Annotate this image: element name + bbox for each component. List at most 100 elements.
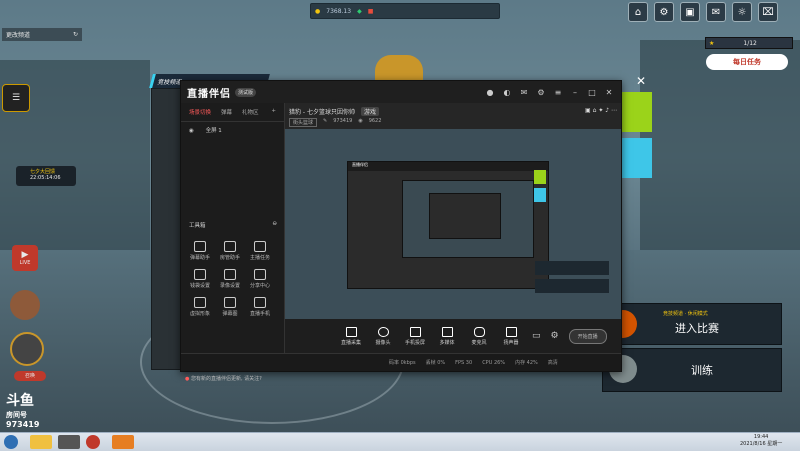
nested-logo: 直播伴侣 — [348, 162, 548, 171]
gift-icon[interactable]: ▣ — [680, 2, 700, 22]
tab-gifts[interactable]: 礼物区 — [242, 108, 259, 116]
media-icon — [441, 326, 453, 337]
tab-scene[interactable]: 场景切换 — [189, 108, 211, 116]
character-avatar[interactable] — [10, 290, 40, 320]
live-badge: LIVE — [19, 260, 31, 266]
control-bar: 直播采集 摄像头 手机投屏 多媒体 麦克风 扬声器 ▭ ⚙ 开始直播 — [285, 319, 621, 353]
ticket-icon: ■ — [367, 7, 374, 15]
tool-item[interactable]: 房管助手 — [217, 241, 243, 261]
team-emblem[interactable] — [10, 332, 44, 366]
phone-cast-button[interactable]: 手机投屏 — [404, 326, 426, 346]
app-titlebar: 直播伴侣 测试版 ● ◐ ✉ ⚙ ≡ – □ ✕ — [181, 81, 621, 103]
room-label: 房间号 — [6, 411, 27, 419]
maximize-icon[interactable]: □ — [586, 86, 598, 98]
status-fps: FPS 30 — [455, 359, 473, 366]
tab-danmu[interactable]: 弹幕 — [221, 108, 232, 116]
tool-item[interactable]: 直播手机 — [247, 297, 273, 317]
clock-date: 2021/8/16 星期一 — [740, 441, 783, 447]
stream-tag[interactable]: 游戏 — [360, 107, 379, 116]
currency-bar: ● 7368.13 ◆ ■ — [310, 3, 500, 19]
mail-icon[interactable]: ✉ — [706, 2, 726, 22]
taskbar-clock[interactable]: 19:44 2021/8/16 星期一 — [740, 434, 782, 447]
scene-item-label: 全屏 1 — [205, 128, 222, 134]
start-stream-button[interactable]: 开始直播 — [568, 328, 607, 344]
stream-title[interactable]: 猎豹 - 七夕篮球只因你帅 — [289, 107, 355, 116]
live-camera-icon[interactable]: ▶ LIVE — [12, 245, 38, 271]
background-building-right — [640, 40, 800, 270]
viewer-icon: ◉ — [358, 118, 363, 124]
status-bitrate: 码率 0kbps — [389, 360, 416, 366]
tool-item[interactable]: 弹幕助手 — [187, 241, 213, 261]
window-close-icon[interactable]: ✕ — [603, 86, 615, 98]
tool-item[interactable]: 弹幕图 — [217, 297, 243, 317]
refresh-icon: ↻ — [72, 31, 78, 38]
currency-value: 7368.13 — [326, 7, 352, 15]
enter-match-button[interactable]: 竞技频道 · 休闲模式 进入比赛 — [602, 303, 782, 345]
tool-item[interactable]: 主播任务 — [247, 241, 273, 261]
preview-enter-button — [535, 261, 609, 275]
tool-icon — [224, 297, 236, 308]
event-timer-value: 22:05:14:06 — [30, 175, 61, 181]
eye-icon[interactable]: ◉ — [189, 128, 194, 134]
close-icon[interactable]: ✕ — [636, 74, 650, 88]
nested-green — [534, 170, 546, 184]
capture-button[interactable]: 直播采集 — [340, 326, 362, 346]
home-icon[interactable]: ⌂ — [628, 2, 648, 22]
start-stream-label: 开始直播 — [577, 333, 598, 340]
message-icon[interactable]: ✉ — [518, 86, 530, 98]
change-channel-button[interactable]: 更改频道 ↻ — [2, 28, 82, 41]
taskbar-app-2[interactable] — [112, 435, 134, 449]
bulb-icon[interactable]: ☼ — [732, 2, 752, 22]
update-notice[interactable]: ● 您有新的直播伴侣更新, 请关注? — [185, 375, 262, 382]
train-button[interactable]: 训练 — [602, 348, 782, 392]
menu-icon[interactable]: ≡ — [552, 86, 564, 98]
skin-icon[interactable]: ◐ — [501, 86, 513, 98]
camera-button[interactable]: 摄像头 — [372, 326, 394, 346]
taskbar-explorer[interactable] — [30, 435, 52, 449]
train-label: 训练 — [691, 364, 713, 377]
tool-icon — [254, 297, 266, 308]
microphone-button[interactable]: 麦克风 — [468, 326, 490, 346]
level-bar: ★ 1/12 — [705, 37, 793, 49]
summon-badge[interactable]: 召唤 — [14, 371, 46, 381]
tool-icon — [224, 241, 236, 252]
user-avatar[interactable]: ● — [484, 86, 496, 98]
minimize-icon[interactable]: – — [569, 86, 581, 98]
scene-item[interactable]: ◉ 全屏 1 — [181, 122, 284, 138]
tool-item[interactable]: 录像设置 — [217, 269, 243, 289]
nested-cyan — [534, 188, 546, 202]
settings-icon[interactable]: ⚙ — [654, 2, 674, 22]
side-menu-icon[interactable]: ☰ — [2, 84, 30, 112]
add-scene-icon[interactable]: + — [271, 108, 276, 116]
daily-task-button[interactable]: 每日任务 — [706, 54, 788, 70]
tool-icon — [194, 269, 206, 280]
taskbar-browser[interactable] — [86, 435, 100, 449]
tool-item[interactable]: 分享中心 — [247, 269, 273, 289]
nested-preview-window-3 — [429, 193, 501, 239]
gear-icon[interactable]: ⚙ — [551, 331, 559, 341]
streaming-app-window: 直播伴侣 测试版 ● ◐ ✉ ⚙ ≡ – □ ✕ 场景切换 弹幕 礼物区 + ◉… — [180, 80, 622, 382]
tool-icon — [224, 269, 236, 280]
webcam-icon — [377, 326, 389, 337]
record-icon[interactable]: ▭ — [532, 331, 541, 341]
nested-preview-window-2 — [402, 180, 534, 258]
panel-green-button[interactable] — [622, 92, 652, 132]
speaker-icon — [505, 326, 517, 337]
category-chip[interactable]: 街头篮球 — [289, 118, 318, 127]
edit-icon[interactable]: ✎ — [323, 118, 327, 127]
shop-icon[interactable]: ⌧ — [758, 2, 778, 22]
preview-train-button — [535, 279, 609, 293]
tool-item[interactable]: 钱袋设置 — [187, 269, 213, 289]
speaker-button[interactable]: 扬声器 — [500, 326, 522, 346]
tool-icon — [194, 241, 206, 252]
event-timer[interactable]: 七夕大回馈 22:05:14:06 — [16, 166, 76, 186]
toolbox-grid: 弹幕助手 房管助手 主播任务 钱袋设置 录像设置 分享中心 虚拟形象 弹幕图 直… — [187, 241, 279, 317]
windows-taskbar: 19:44 2021/8/16 星期一 — [0, 432, 800, 451]
toolbox-more-icon[interactable]: ⊖ — [272, 221, 277, 229]
panel-cyan-button[interactable] — [622, 138, 652, 178]
settings-icon[interactable]: ⚙ — [535, 86, 547, 98]
taskbar-app-1[interactable] — [58, 435, 80, 449]
start-button[interactable] — [4, 435, 18, 449]
media-button[interactable]: 多媒体 — [436, 326, 458, 346]
tool-item[interactable]: 虚拟形象 — [187, 297, 213, 317]
